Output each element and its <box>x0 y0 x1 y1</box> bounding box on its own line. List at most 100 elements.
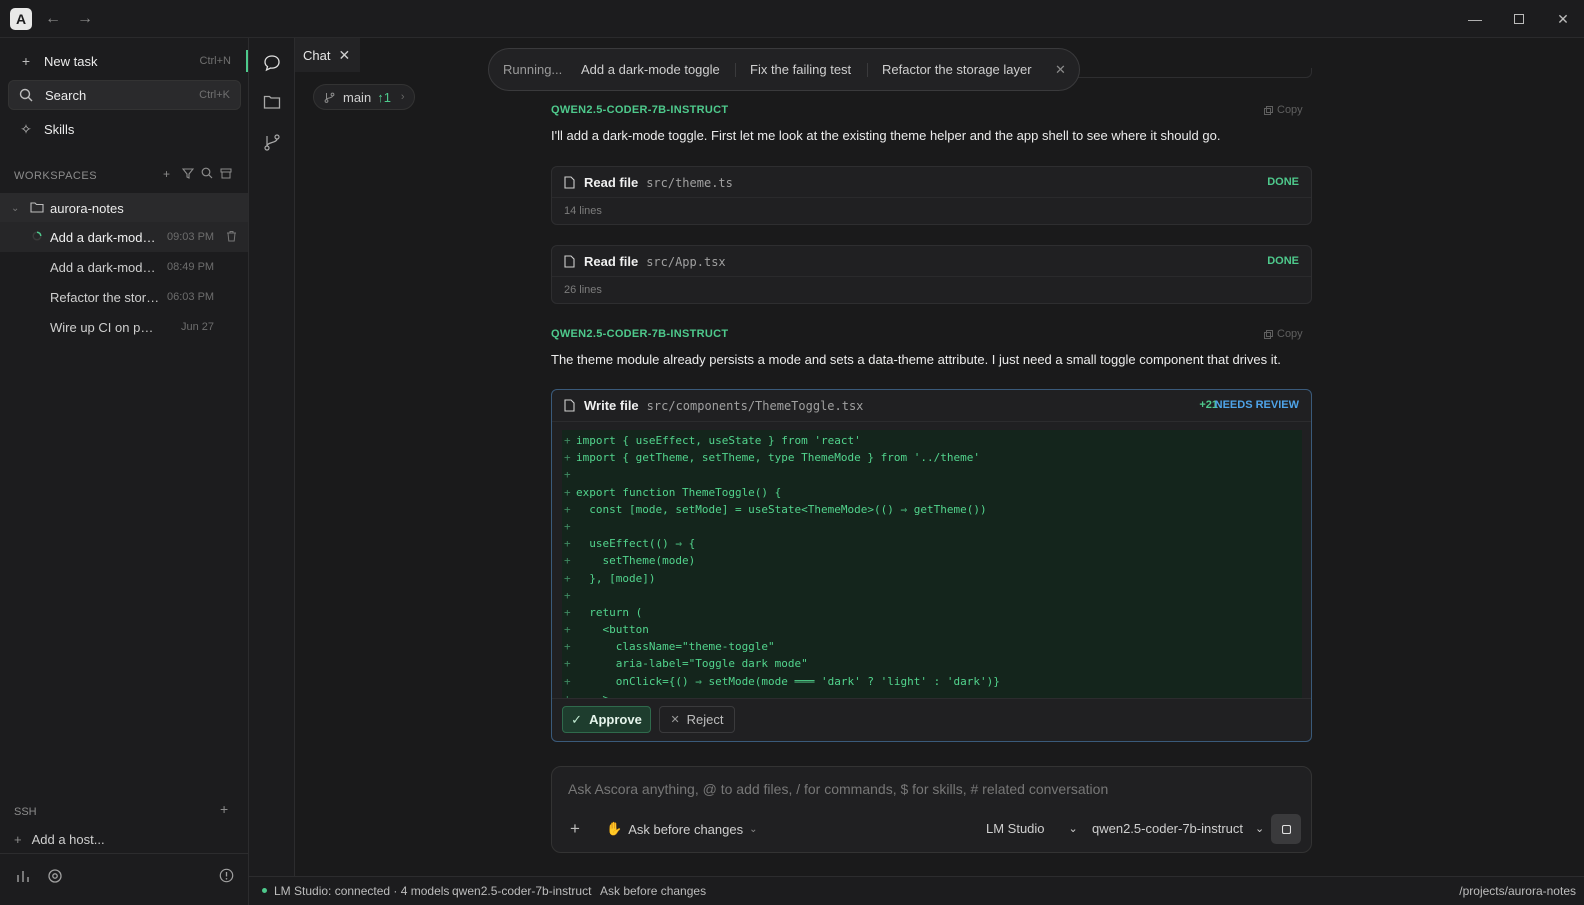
minimize-icon[interactable]: ― <box>1455 4 1495 34</box>
task-name: Add a dark-mode toggle <box>50 259 160 275</box>
task-queue-bar: Running... Add a dark-mode toggle Fix th… <box>488 48 1080 91</box>
diff-plus-marker: + <box>564 640 571 654</box>
close-icon[interactable]: ✕ <box>1055 62 1066 78</box>
diff-line: + import { getTheme, setTheme, type Theme… <box>562 449 1302 466</box>
file-icon <box>564 399 575 412</box>
queued-task[interactable]: Add a dark-mode toggle <box>581 62 720 77</box>
maximize-icon[interactable] <box>1499 4 1539 34</box>
workspace-aurora-notes[interactable]: ⌄ aurora-notes <box>0 193 248 223</box>
diff-code: onClick={() ⇒ setMode(mode ═══ 'dark' ? … <box>576 674 1000 688</box>
x-icon: ✕ <box>670 714 680 726</box>
chevron-right-icon: › <box>400 91 405 103</box>
diff-plus-marker: + <box>564 485 571 499</box>
attach-plus-icon[interactable]: + <box>570 819 580 839</box>
tab-chat[interactable]: Chat ✕ <box>295 38 360 72</box>
tool-call-card[interactable]: Read file src/theme.ts DONE 14 lines <box>551 166 1312 225</box>
diff-line: + useEffect(() ⇒ { <box>562 535 1302 552</box>
diff-plus-marker: + <box>564 605 571 619</box>
status-badge: DONE <box>1267 176 1299 188</box>
new-task-shortcut: Ctrl+N <box>199 55 231 67</box>
skills-label: Skills <box>44 121 75 137</box>
plus-icon: + <box>14 832 22 847</box>
back-arrow-icon[interactable]: ← <box>42 8 64 30</box>
copy-button[interactable]: Copy <box>1264 104 1303 116</box>
diff-plus-marker: + <box>564 674 571 688</box>
stats-icon[interactable] <box>16 869 30 883</box>
task-item[interactable]: Add a dark-mode toggle 09:03 PM <box>0 222 248 252</box>
close-tab-icon[interactable]: ✕ <box>338 47 350 64</box>
chevron-down-icon: ⌄ <box>749 823 758 835</box>
review-status-badge: NEEDS REVIEW <box>1214 399 1299 411</box>
diff-line: + onClick={() ⇒ setMode(mode ═══ 'dark' … <box>562 673 1302 690</box>
write-file-header: Write file src/components/ThemeToggle.ts… <box>564 398 863 413</box>
copy-icon <box>1264 329 1273 339</box>
message-text: I'll add a dark-mode toggle. First let m… <box>551 128 1221 143</box>
spinner-icon <box>32 231 42 241</box>
task-item[interactable]: Refactor the storage layer 06:03 PM <box>0 282 248 312</box>
search-workspaces-icon[interactable] <box>201 167 213 179</box>
diff-code: const [mode, setMode] = useState<ThemeMo… <box>576 502 987 516</box>
provider-select[interactable]: LM Studio ⌄ <box>986 821 1078 836</box>
file-icon <box>564 176 575 189</box>
status-bar: LM Studio: connected · 4 models qwen2.5-… <box>249 876 1584 905</box>
reject-button[interactable]: ✕ Reject <box>659 706 735 733</box>
add-host-label: Add a host... <box>31 832 105 847</box>
tool-detail: 26 lines <box>552 276 1311 296</box>
chevron-down-icon: ⌄ <box>11 202 20 214</box>
new-task-label: New task <box>44 53 98 69</box>
status-mode[interactable]: Ask before changes <box>600 884 706 898</box>
git-branch-icon <box>324 92 335 103</box>
tool-action: Read file <box>584 254 639 269</box>
diff-code: <button <box>576 623 649 637</box>
workspace-name: aurora-notes <box>50 200 124 216</box>
approve-button[interactable]: ✓ Approve <box>562 706 651 733</box>
tool-path: src/components/ThemeToggle.tsx <box>646 398 864 413</box>
archive-icon[interactable] <box>220 167 232 179</box>
queued-task[interactable]: Refactor the storage layer <box>882 62 1032 77</box>
task-item[interactable]: Wire up CI on push Jun 27 <box>0 312 248 342</box>
diff-plus-marker: + <box>564 519 571 533</box>
message-author: QWEN2.5-CODER-7B-INSTRUCT <box>551 328 729 340</box>
folder-icon[interactable] <box>261 91 283 113</box>
tool-call-card[interactable]: Read file src/App.tsx DONE 26 lines <box>551 245 1312 304</box>
close-window-icon[interactable]: ✕ <box>1543 4 1583 34</box>
task-item[interactable]: Add a dark-mode toggle 08:49 PM <box>0 252 248 282</box>
settings-gear-icon[interactable] <box>47 868 63 884</box>
add-workspace-icon[interactable]: + <box>163 167 170 181</box>
info-icon[interactable] <box>219 868 234 883</box>
queued-task[interactable]: Fix the failing test <box>750 62 851 77</box>
diff-line: + <box>562 518 1302 535</box>
status-model[interactable]: qwen2.5-coder-7b-instruct <box>452 884 591 898</box>
diff-line: + import { useEffect, useState } from 're… <box>562 432 1302 449</box>
model-select[interactable]: qwen2.5-coder-7b-instruct ⌄ <box>1092 821 1264 836</box>
connection-status[interactable]: LM Studio: connected · 4 models <box>274 884 449 898</box>
stop-button[interactable] <box>1271 814 1301 844</box>
hand-icon: ✋ <box>606 821 623 836</box>
chevron-down-icon: ⌄ <box>1255 823 1265 835</box>
permission-mode-label: Ask before changes <box>628 821 744 837</box>
trash-icon[interactable] <box>226 230 237 242</box>
status-badge: DONE <box>1267 255 1299 267</box>
new-task-button[interactable]: + New task Ctrl+N <box>8 46 241 76</box>
skills-button[interactable]: ✧ Skills <box>8 114 241 144</box>
chat-bubble-icon[interactable] <box>261 52 283 74</box>
permission-mode-dropdown[interactable]: ✋ Ask before changes ⌄ <box>606 821 757 837</box>
filter-icon[interactable] <box>182 167 194 179</box>
tool-path: src/App.tsx <box>646 254 726 269</box>
diff-line: + export function ThemeToggle() { <box>562 484 1302 501</box>
add-ssh-icon[interactable]: + <box>220 801 228 817</box>
diff-view[interactable]: + import { useEffect, useState } from 're… <box>562 430 1302 698</box>
diff-line: + <box>562 466 1302 483</box>
branch-selector[interactable]: main ↑1 › <box>313 84 415 110</box>
chat-panel: Chat ✕ main ↑1 › Running... Add a dark-m… <box>295 38 1584 876</box>
diff-code: import { useEffect, useState } from 'rea… <box>576 434 861 447</box>
add-host-button[interactable]: + Add a host... <box>14 832 105 847</box>
message-input[interactable]: Ask Ascora anything, @ to add files, / f… <box>568 781 1288 797</box>
forward-arrow-icon[interactable]: → <box>74 8 96 30</box>
git-branch-icon[interactable] <box>261 131 283 153</box>
app-logo[interactable]: A <box>10 8 32 30</box>
task-name: Add a dark-mode toggle <box>50 229 160 245</box>
ssh-header: SSH <box>14 806 37 818</box>
copy-button[interactable]: Copy <box>1264 328 1303 340</box>
search-button[interactable]: Search Ctrl+K <box>8 80 241 110</box>
